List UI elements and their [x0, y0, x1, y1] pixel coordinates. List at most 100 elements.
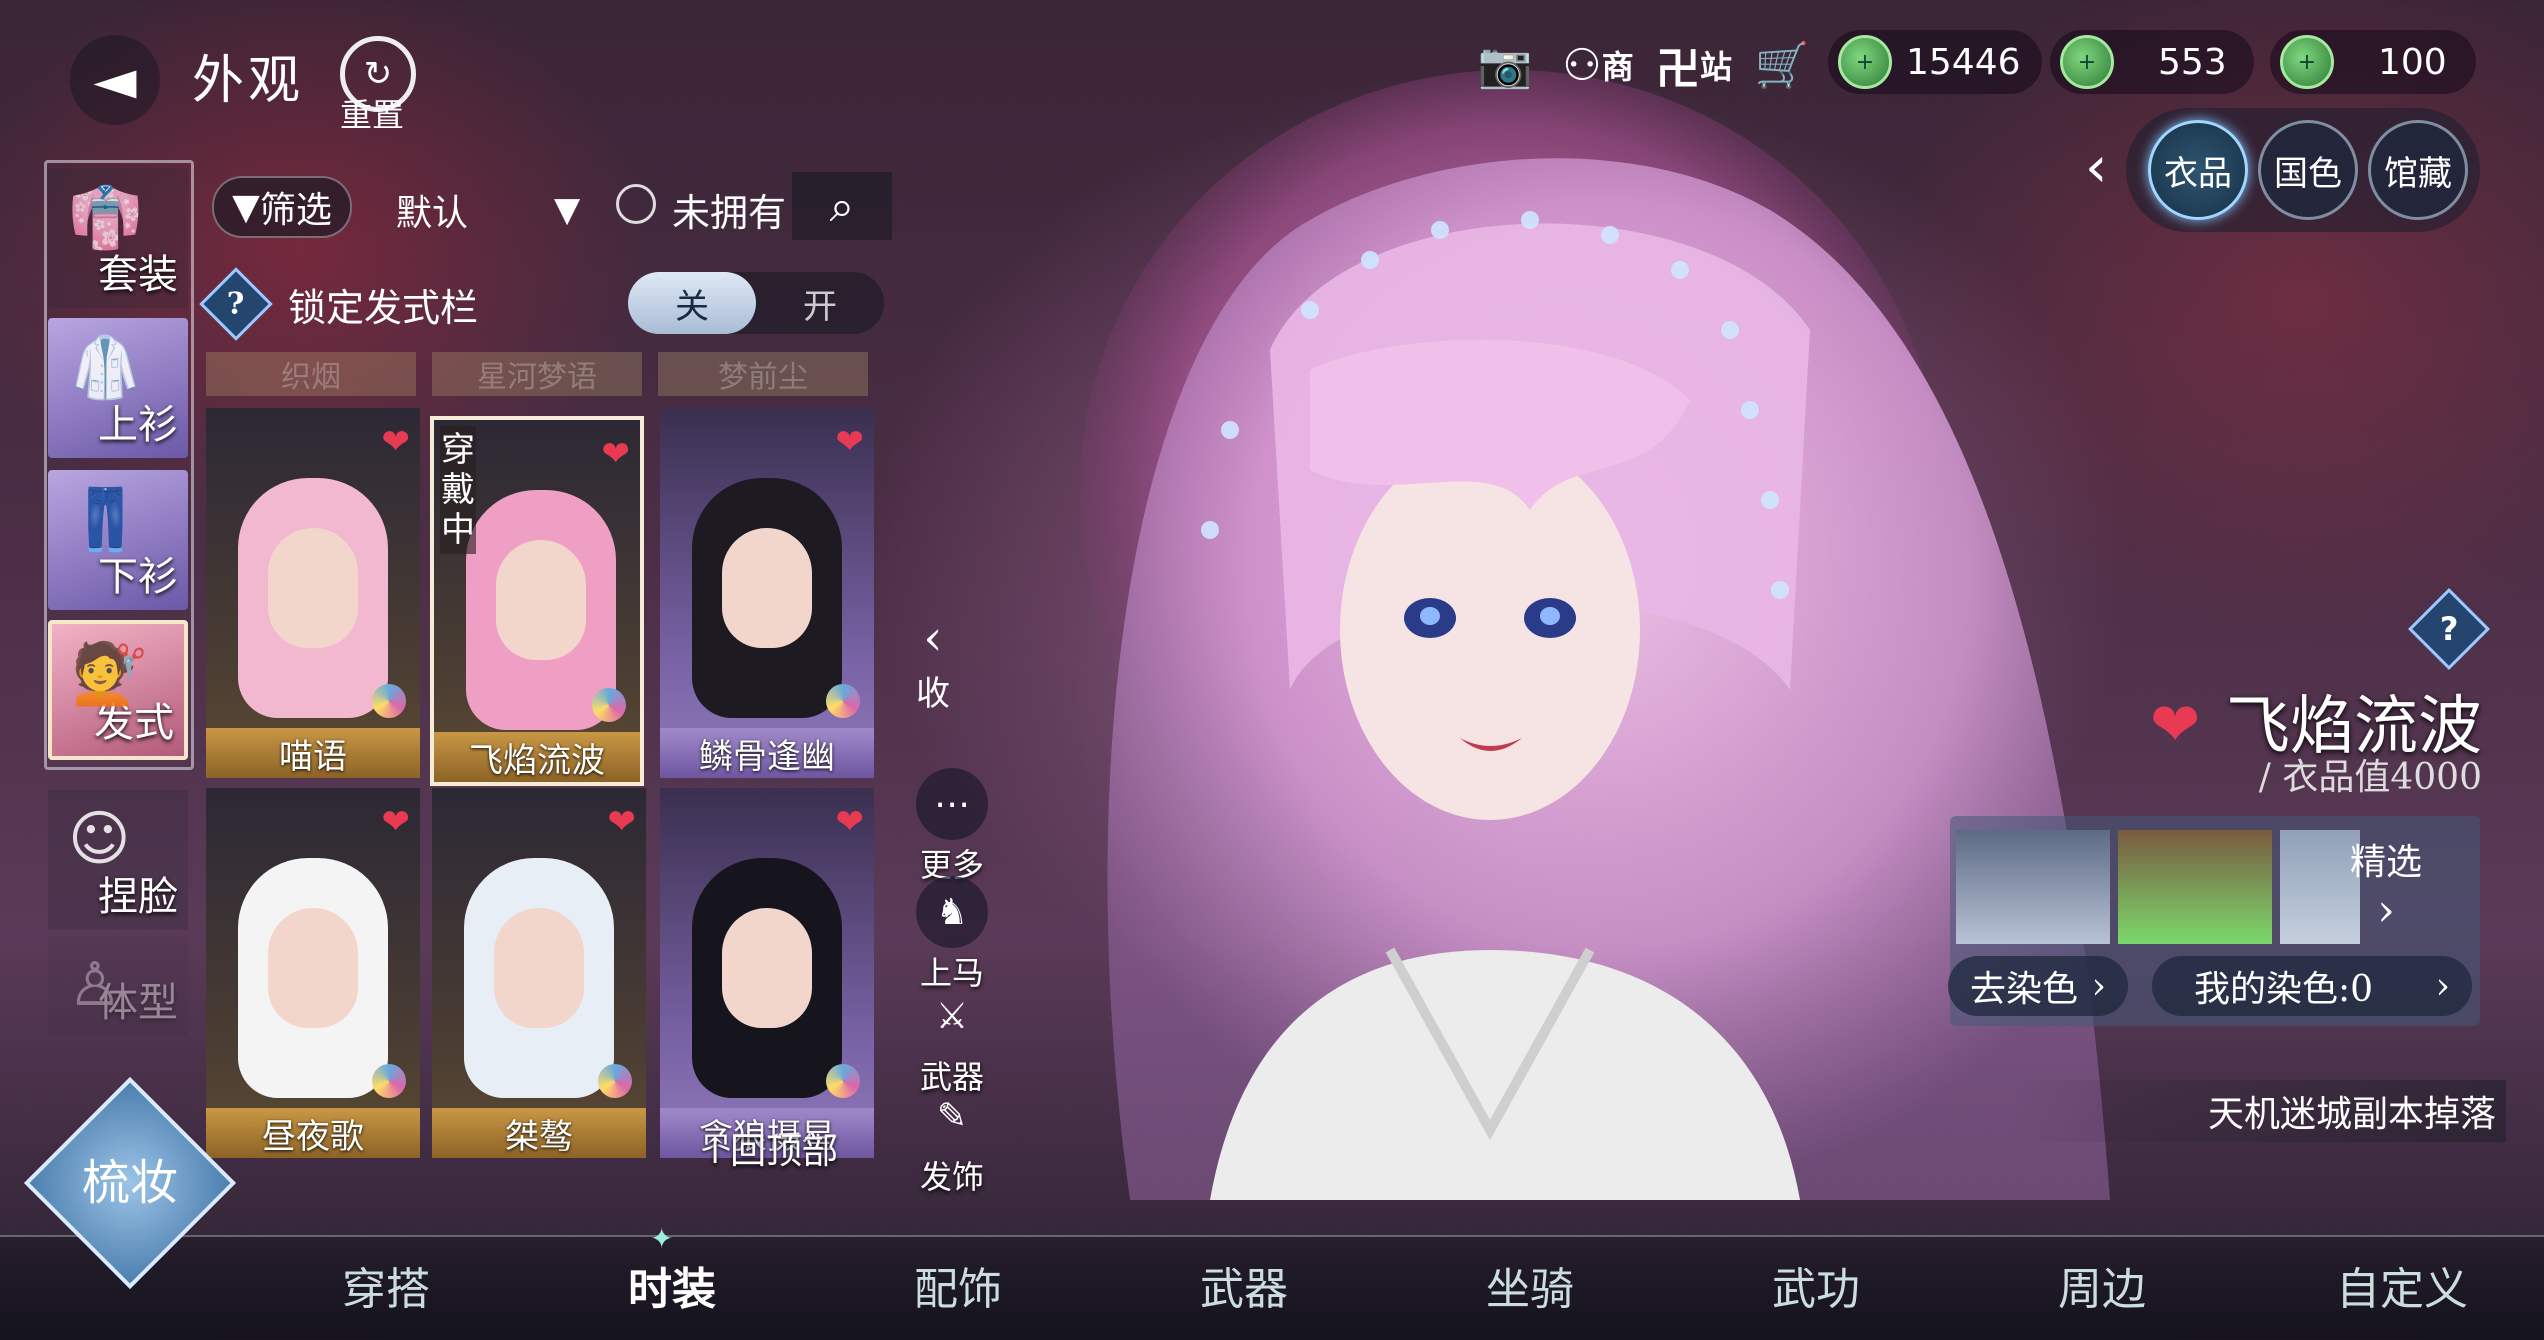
camera-icon: 📷 [1477, 40, 1533, 91]
help-icon[interactable]: ? [2407, 587, 2491, 671]
hair-card[interactable]: ❤ 桀骜 [432, 788, 646, 1158]
hair-icon: 💇 [72, 639, 147, 709]
undye-button[interactable]: 去染色 › [1948, 956, 2128, 1016]
shop-icon: ⚇ [1562, 39, 1602, 91]
category-top[interactable]: 🥼 上衫 [48, 318, 188, 458]
hair-name: 喵语 [206, 728, 420, 778]
lock-off-option[interactable]: 关 [628, 272, 756, 334]
back-to-top-label: 回顶部 [730, 1131, 839, 1172]
category-hair[interactable]: 💇 发式 [48, 620, 188, 760]
sort-value: 默认 [396, 193, 469, 234]
horse-icon: ♞ [916, 876, 988, 948]
hairpin-icon: ✎ [936, 1095, 968, 1137]
tab-national-color[interactable]: 国色 [2258, 120, 2358, 220]
tab-peripheral[interactable]: 周边 [1992, 1240, 2212, 1330]
tab-fashion[interactable]: 时装 [562, 1240, 782, 1330]
faded-tab[interactable]: 织烟 [206, 352, 416, 396]
currency-value: 100 [2378, 41, 2447, 83]
chevron-right-icon: › [2091, 965, 2106, 1007]
chevron-right-icon: › [2435, 965, 2450, 1007]
heart-icon[interactable]: ❤ [382, 422, 411, 462]
chevron-left-icon[interactable]: ‹ [2085, 135, 2107, 200]
cart-button[interactable]: 🛒 [1750, 30, 1814, 100]
tab-style[interactable]: 衣品 [2148, 120, 2248, 220]
featured-button[interactable]: 精选 › [2296, 824, 2476, 944]
heart-icon[interactable]: ❤ [836, 802, 865, 842]
hair-card[interactable]: ❤ 喵语 [206, 408, 420, 778]
more-icon: ⋯ [916, 768, 988, 840]
face-thumbnail [494, 908, 584, 1028]
chevron-down-icon[interactable]: ▼ [554, 190, 580, 230]
heart-icon[interactable]: ❤ [2150, 690, 2200, 760]
filter-button[interactable]: ▼ 筛选 [212, 176, 352, 238]
shop-button[interactable]: ⚇ 商 [1558, 30, 1638, 100]
faded-tab[interactable]: 梦前尘 [658, 352, 868, 396]
hair-card[interactable]: ❤ 鳞骨逢幽 [660, 408, 874, 778]
hair-name: 昼夜歌 [206, 1108, 420, 1158]
heart-icon[interactable]: ❤ [836, 422, 865, 462]
tab-collection[interactable]: 馆藏 [2368, 120, 2468, 220]
category-bottom[interactable]: 👖 下衫 [48, 470, 188, 610]
character-preview[interactable] [1010, 70, 2160, 1200]
category-face[interactable]: ☺ 捏脸 [48, 790, 188, 930]
chevron-right-icon: › [2377, 884, 2395, 936]
hair-card[interactable]: ❤ 贪狼摄星 [660, 788, 874, 1158]
category-body[interactable]: ♙ 体型 [48, 936, 188, 1036]
search-icon: ⌕ [829, 180, 855, 232]
dye-preview-thumbnail[interactable] [2118, 830, 2272, 944]
face-thumbnail [722, 908, 812, 1028]
tab-martial-arts[interactable]: 武功 [1706, 1240, 1926, 1330]
refresh-icon: ↻ [363, 54, 393, 94]
station-button[interactable]: 卍站 [1654, 30, 1734, 100]
my-dye-button[interactable]: 我的染色:0 › [2152, 956, 2472, 1016]
heart-icon[interactable]: ❤ [602, 434, 631, 474]
help-icon[interactable]: ? [199, 267, 273, 341]
dye-gem-icon [598, 1064, 632, 1098]
featured-label: 精选 [2349, 841, 2422, 883]
more-button[interactable]: ⋯ 更多 [912, 768, 992, 886]
chevron-left-icon: ‹ [923, 610, 943, 666]
sort-dropdown[interactable]: 默认 [396, 184, 468, 236]
dye-gem-icon [592, 688, 626, 722]
dye-preview-thumbnail[interactable] [1956, 830, 2110, 944]
search-button[interactable]: ⌕ [792, 172, 892, 240]
collapse-button[interactable]: ‹ 收 [916, 610, 950, 715]
mount-button[interactable]: ♞ 上马 [912, 876, 992, 994]
lock-label: 锁定发式栏 [288, 285, 479, 330]
face-thumbnail [268, 528, 358, 648]
reset-label: 重置 [340, 96, 405, 134]
sword-icon: ⚔ [935, 995, 969, 1037]
back-button[interactable]: ◄ [70, 35, 160, 125]
faded-tab[interactable]: 星河梦语 [432, 352, 642, 396]
top-garment-icon: 🥼 [68, 333, 143, 403]
hair-name: 鳞骨逢幽 [660, 728, 874, 778]
face-thumbnail [722, 528, 812, 648]
back-to-top-button[interactable]: ↑回顶部 [700, 1122, 838, 1174]
my-dye-label: 我的染色:0 [2194, 969, 2374, 1010]
hair-card-selected[interactable]: 穿戴中 ❤ 飞焰流波 [430, 416, 644, 786]
tab-custom[interactable]: 自定义 [2292, 1240, 2512, 1330]
shop-label: 商 [1601, 48, 1634, 86]
wearing-badge: 穿戴中 [440, 426, 476, 554]
dye-gem-icon [372, 1064, 406, 1098]
currency-3[interactable]: + 100 [2270, 30, 2476, 94]
currency-2[interactable]: + 553 [2050, 30, 2254, 94]
cart-icon: 🛒 [1754, 40, 1810, 91]
unowned-radio[interactable] [616, 184, 656, 224]
lock-on-option[interactable]: 开 [756, 272, 884, 334]
hair-card[interactable]: ❤ 昼夜歌 [206, 788, 420, 1158]
tab-weapon[interactable]: 武器 [1134, 1240, 1354, 1330]
filter-label: 筛选 [259, 190, 332, 231]
heart-icon[interactable]: ❤ [608, 802, 637, 842]
category-suit[interactable]: 👘 套装 [48, 168, 188, 308]
tab-outfit[interactable]: 穿搭 [276, 1240, 496, 1330]
camera-button[interactable]: 📷 [1470, 30, 1540, 100]
heart-icon[interactable]: ❤ [382, 802, 411, 842]
lock-hair-row: ? 锁定发式栏 [199, 267, 479, 341]
tab-mount[interactable]: 坐骑 [1420, 1240, 1640, 1330]
face-icon: ☺ [68, 804, 131, 874]
hair-accessory-button[interactable]: ✎ 发饰 [912, 1080, 992, 1198]
tab-accessory[interactable]: 配饰 [848, 1240, 1068, 1330]
funnel-icon: ▼ [232, 186, 260, 228]
currency-1[interactable]: + 15446 [1828, 30, 2042, 94]
